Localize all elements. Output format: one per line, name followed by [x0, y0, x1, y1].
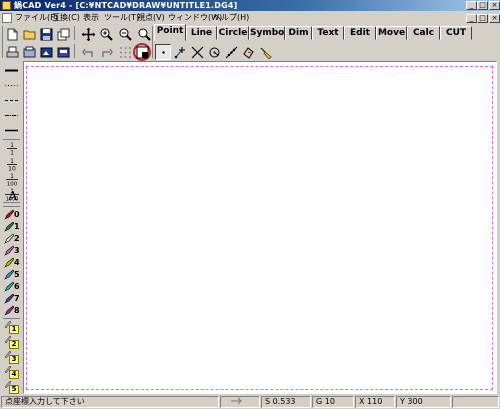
- minimize-button[interactable]: _: [466, 1, 477, 10]
- new-file-icon[interactable]: [4, 26, 20, 42]
- pen-1[interactable]: 1: [4, 221, 21, 232]
- status-x: X 110: [355, 396, 395, 408]
- tab-move[interactable]: Move: [376, 26, 407, 40]
- scale-1-1[interactable]: 11: [4, 141, 20, 157]
- tab-circle[interactable]: Circle: [217, 26, 249, 40]
- point-erase-icon[interactable]: [257, 44, 273, 60]
- scale-1-10[interactable]: 1 10: [4, 157, 20, 173]
- svg-text:10: 10: [8, 166, 16, 172]
- redo-icon[interactable]: [98, 44, 114, 60]
- line-solid-thick-icon[interactable]: [4, 65, 19, 76]
- tab-text[interactable]: Text: [312, 26, 344, 40]
- line-solid-icon[interactable]: [4, 125, 19, 136]
- svg-text:1: 1: [10, 173, 14, 180]
- text-tool-button[interactable]: A: [6, 188, 20, 204]
- line-chain-icon[interactable]: [4, 110, 19, 121]
- app-icon: [2, 1, 11, 10]
- point-center-icon[interactable]: [240, 44, 256, 60]
- menu-compat[interactable]: 互換(C): [52, 12, 80, 24]
- svg-text:1: 1: [10, 158, 14, 165]
- tab-cut[interactable]: CUT: [440, 26, 472, 40]
- menu-help[interactable]: ヘルプ(H): [213, 12, 249, 24]
- svg-text:1: 1: [10, 142, 14, 149]
- menu-viewpoint[interactable]: 視点(V): [137, 12, 165, 24]
- point-intersection-icon[interactable]: [189, 44, 205, 60]
- status-message: 点座標入力して下さい: [1, 396, 219, 408]
- pen-5[interactable]: 5: [4, 269, 21, 280]
- menu-bar: ファイル(F) 互換(C) 表示 ツール(T) 視点(V) ウィンドウ(W) ヘ…: [0, 12, 500, 24]
- image-tool-icon[interactable]: [38, 44, 54, 60]
- tab-calc[interactable]: Calc: [407, 26, 440, 40]
- line-dashed-icon[interactable]: [4, 95, 19, 106]
- point-offset-icon[interactable]: [172, 44, 188, 60]
- scale-1-100[interactable]: 1 100: [4, 172, 20, 188]
- mdi-minimize-button[interactable]: _: [466, 14, 477, 23]
- status-grid: G 10: [312, 396, 354, 408]
- close-button[interactable]: ×: [489, 1, 500, 10]
- status-indicator: [220, 396, 260, 408]
- tab-edit[interactable]: Edit: [344, 26, 376, 40]
- pen-6[interactable]: 6: [4, 281, 21, 292]
- svg-text:1: 1: [10, 150, 14, 156]
- menu-tools[interactable]: ツール(T): [104, 12, 139, 24]
- status-scale: S 0.533: [261, 396, 311, 408]
- layer-manager-icon[interactable]: [21, 44, 37, 60]
- layer-2[interactable]: 2: [4, 335, 20, 350]
- point-circle-icon[interactable]: [206, 44, 222, 60]
- status-bar: 点座標入力して下さい S 0.533 G 10 X 110 Y 300: [0, 395, 500, 409]
- layer-1[interactable]: 1: [4, 320, 20, 335]
- line-dotted-icon[interactable]: [4, 80, 19, 91]
- grid-dots-icon[interactable]: [117, 44, 133, 60]
- title-bar: 鍋CAD Ver4 - [C:¥NTCAD¥DRAW¥UNTITLE1.DG4]…: [0, 0, 500, 11]
- zoom-window-icon[interactable]: [136, 26, 152, 42]
- pen-3[interactable]: 3: [4, 245, 21, 256]
- menu-view[interactable]: 表示: [83, 12, 99, 24]
- pen-7[interactable]: 7: [4, 293, 21, 304]
- screen-capture-icon[interactable]: [133, 43, 151, 61]
- pan-icon[interactable]: [80, 26, 96, 42]
- undo-icon[interactable]: [80, 44, 96, 60]
- print-icon[interactable]: [4, 44, 20, 60]
- zoom-out-icon[interactable]: [117, 26, 133, 42]
- pen-8[interactable]: 8: [4, 305, 21, 316]
- svg-text:100: 100: [7, 182, 18, 187]
- layer-4[interactable]: 4: [4, 365, 20, 380]
- pen-0[interactable]: 0: [4, 209, 21, 220]
- save-icon[interactable]: [38, 26, 54, 42]
- tab-line[interactable]: Line: [186, 26, 217, 40]
- tab-point[interactable]: Point: [154, 24, 186, 41]
- tab-symbol[interactable]: Symbol: [249, 26, 287, 40]
- pen-2[interactable]: 2: [4, 233, 21, 244]
- mdi-close-button[interactable]: ×: [489, 14, 500, 23]
- status-y: Y 300: [396, 396, 451, 408]
- point-divide-icon[interactable]: [223, 44, 239, 60]
- left-toolbar: 11 1 10 1 100 1 1000 A 0 1 2 3 4 5 6 7 8 1 …: [0, 61, 22, 394]
- document-icon[interactable]: [2, 13, 12, 23]
- layer-5[interactable]: 5: [4, 380, 20, 395]
- copy-window-icon[interactable]: [55, 26, 71, 42]
- status-extra: [452, 396, 499, 408]
- mdi-restore-button[interactable]: □: [477, 14, 488, 23]
- maximize-button[interactable]: □: [477, 1, 488, 10]
- export-icon[interactable]: [55, 44, 71, 60]
- paper-border: [26, 66, 493, 390]
- layer-3[interactable]: 3: [4, 350, 20, 365]
- point-dot-icon[interactable]: [155, 44, 171, 60]
- zoom-in-icon[interactable]: [98, 26, 114, 42]
- drawing-canvas[interactable]: [23, 61, 497, 394]
- window-title: 鍋CAD Ver4 - [C:¥NTCAD¥DRAW¥UNTITLE1.DG4]: [14, 1, 238, 10]
- open-folder-icon[interactable]: [21, 26, 37, 42]
- pen-4[interactable]: 4: [4, 257, 21, 268]
- tab-dim[interactable]: Dim: [285, 26, 312, 40]
